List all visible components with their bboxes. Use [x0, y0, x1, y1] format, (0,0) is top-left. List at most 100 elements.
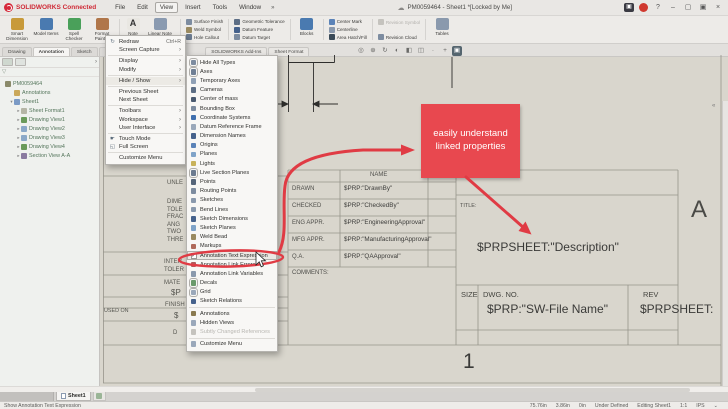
tree-item-drawing-view1[interactable]: ▸ Drawing View1 [0, 115, 99, 124]
menu-item-coordinate-systems[interactable]: Coordinate Systems [187, 113, 277, 122]
menu-item-customize-menu[interactable]: Customize Menu [106, 154, 185, 162]
toolbar-button-spell-checker[interactable]: Spell Checker [60, 17, 88, 42]
menu-item-weld-bead[interactable]: Weld Bead [187, 233, 277, 242]
menubar-item-edit[interactable]: Edit [132, 2, 153, 13]
menu-item-routing-points[interactable]: Routing Points [187, 187, 277, 196]
menu-item-lights[interactable]: Lights [187, 159, 277, 168]
menu-item-display[interactable]: Display › [106, 57, 185, 65]
view-settings-icon[interactable]: ▣ [452, 46, 462, 56]
menubar-overflow-icon[interactable]: » [268, 5, 277, 11]
menu-item-user-interface[interactable]: User Interface › [106, 124, 185, 132]
displaymanager-tab-icon[interactable] [15, 58, 26, 66]
toolbar-button-tables[interactable]: Tables [429, 17, 455, 42]
menu-item-temporary-axes[interactable]: Temporary Axes [187, 76, 277, 85]
tab-drawing[interactable]: Drawing [2, 47, 32, 56]
menu-item-dimension-names[interactable]: Dimension Names [187, 132, 277, 141]
menu-item-toolbars[interactable]: Toolbars › [106, 107, 185, 115]
menubar-item-view[interactable]: View [154, 2, 179, 13]
menu-item-touch-mode[interactable]: ☛ Touch Mode [106, 135, 185, 143]
hide-show-items-icon[interactable]: · [428, 46, 438, 56]
menu-item-cameras[interactable]: Cameras [187, 86, 277, 95]
menu-item-grid[interactable]: Grid [187, 287, 277, 297]
tree-item-drawing-view4[interactable]: ▸ Drawing View4 [0, 142, 99, 151]
menu-item-live-section-planes[interactable]: Live Section Planes [187, 168, 277, 178]
menu-item-decals[interactable]: Decals [187, 278, 277, 288]
toolbar-item-center-mark[interactable]: Center Mark [328, 18, 367, 26]
toolbar-button-model-items[interactable]: Model Items [32, 17, 60, 42]
tree-item-sheet-format1[interactable]: ▸ Sheet Format1 [0, 106, 99, 115]
add-sheet-tab[interactable] [92, 392, 106, 401]
menu-item-hide-all-types[interactable]: Hide All Types [187, 58, 277, 68]
menu-item-annotations[interactable]: Annotations [187, 309, 277, 318]
menu-item-axes[interactable]: Axes [187, 67, 277, 77]
close-icon[interactable]: × [713, 3, 723, 13]
units-dropdown-icon[interactable]: ⌄ [714, 403, 718, 409]
menu-item-center-of-mass[interactable]: Center of mass [187, 95, 277, 104]
task-pane-strip[interactable] [722, 101, 728, 409]
menu-item-sketch-relations[interactable]: Sketch Relations [187, 297, 277, 306]
menu-item-points[interactable]: Points [187, 177, 277, 186]
menu-item-sketch-planes[interactable]: Sketch Planes [187, 223, 277, 232]
menu-item-datum-reference-frame[interactable]: Datum Reference Frame [187, 122, 277, 131]
menubar-item-window[interactable]: Window [234, 2, 266, 13]
collapse-chevron-icon[interactable]: « [712, 103, 715, 109]
toolbar-button-smart-dimension[interactable]: Smart Dimension [2, 17, 32, 42]
menubar-item-insert[interactable]: Insert [180, 2, 205, 13]
menu-item-annotation-link-variables[interactable]: Annotation Link Variables [187, 269, 277, 278]
menu-item-planes[interactable]: Planes [187, 150, 277, 159]
menu-item-annotation-link-errors[interactable]: Annotation Link Errors [187, 260, 277, 269]
menu-item-hide-show[interactable]: Hide / Show › [106, 76, 185, 85]
tree-filter[interactable]: ▽ [0, 68, 99, 77]
toolbar-item-revision-cloud[interactable]: Revision Cloud [377, 33, 420, 41]
tree-item-drawing-view3[interactable]: ▸ Drawing View3 [0, 133, 99, 142]
featuremanager-tab-icon[interactable] [2, 58, 13, 66]
restore-icon[interactable]: ▢ [683, 3, 693, 13]
toolbar-item-hole-callout[interactable]: Hole Callout [186, 33, 223, 41]
menubar-item-tools[interactable]: Tools [208, 2, 232, 13]
toolbar-item-centerline[interactable]: Centerline [328, 26, 367, 34]
help-icon[interactable]: ? [653, 3, 663, 13]
menu-item-modify[interactable]: Modify › [106, 66, 185, 74]
toolbar-button-blocks[interactable]: Blocks [294, 17, 320, 42]
popout-icon[interactable]: ▣ [698, 3, 708, 13]
menu-item-markups[interactable]: Markups [187, 242, 277, 251]
menu-item-redraw[interactable]: ↻ Redraw Ctrl+R [106, 38, 185, 46]
view-orientation-icon[interactable]: ◧ [404, 46, 414, 56]
toolbar-item-area-hatch-fill[interactable]: Area Hatch/Fill [328, 33, 367, 41]
tree-item-annotations[interactable]: Annotations [0, 88, 99, 97]
menu-item-hidden-views[interactable]: Hidden Views [187, 318, 277, 327]
sheet-tab-sheet1[interactable]: Sheet1 [56, 392, 91, 401]
display-style-icon[interactable]: ◫ [416, 46, 426, 56]
minimize-icon[interactable]: – [668, 3, 678, 13]
section-view-icon[interactable]: ◐ [392, 46, 402, 56]
menu-item-workspace[interactable]: Workspace › [106, 116, 185, 124]
menu-item-bounding-box[interactable]: Bounding Box [187, 104, 277, 113]
toolbar-item-datum-feature[interactable]: Datum Feature [234, 26, 284, 34]
tab-annotation[interactable]: Annotation [32, 47, 70, 56]
menu-item-full-screen[interactable]: ◱ Full Screen [106, 143, 185, 151]
toolbar-item-geometric-tolerance[interactable]: Geometric Tolerance [234, 18, 285, 26]
menu-item-annotation-text-expression[interactable]: ✓ Annotation Text Expression [187, 250, 277, 261]
zoom-to-area-icon[interactable]: ⊕ [368, 46, 378, 56]
user-avatar[interactable] [639, 3, 648, 12]
tree-item-sheet1[interactable]: ▾ Sheet1 [0, 97, 99, 106]
previous-view-icon[interactable]: ↻ [380, 46, 390, 56]
3dexperience-app-icon[interactable]: ▣ [624, 3, 634, 12]
menu-item-previous-sheet[interactable]: Previous Sheet [106, 88, 185, 96]
menu-item-customize-menu[interactable]: Customize Menu [187, 340, 277, 349]
menu-item-origins[interactable]: Origins [187, 141, 277, 150]
menu-item-next-sheet[interactable]: Next Sheet [106, 96, 185, 104]
menu-item-screen-capture[interactable]: Screen Capture › [106, 46, 185, 54]
tab-sketch[interactable]: Sketch [70, 47, 98, 56]
tree-item-drawing-view2[interactable]: ▸ Drawing View2 [0, 124, 99, 133]
tree-item-root[interactable]: PM0059464 [0, 79, 99, 88]
menubar-item-file[interactable]: File [110, 2, 130, 13]
edit-appearance-icon[interactable]: + [440, 46, 450, 56]
toolbar-item-datum-target[interactable]: Datum Target [234, 33, 284, 41]
menu-item-sketch-dimensions[interactable]: Sketch Dimensions [187, 214, 277, 223]
menu-item-sketches[interactable]: Sketches [187, 196, 277, 205]
menu-item-bend-lines[interactable]: Bend Lines [187, 205, 277, 214]
panel-expand-icon[interactable]: › [95, 59, 97, 65]
sheet-tab-scroll-area[interactable] [0, 392, 54, 401]
zoom-to-fit-icon[interactable]: ◎ [356, 46, 366, 56]
